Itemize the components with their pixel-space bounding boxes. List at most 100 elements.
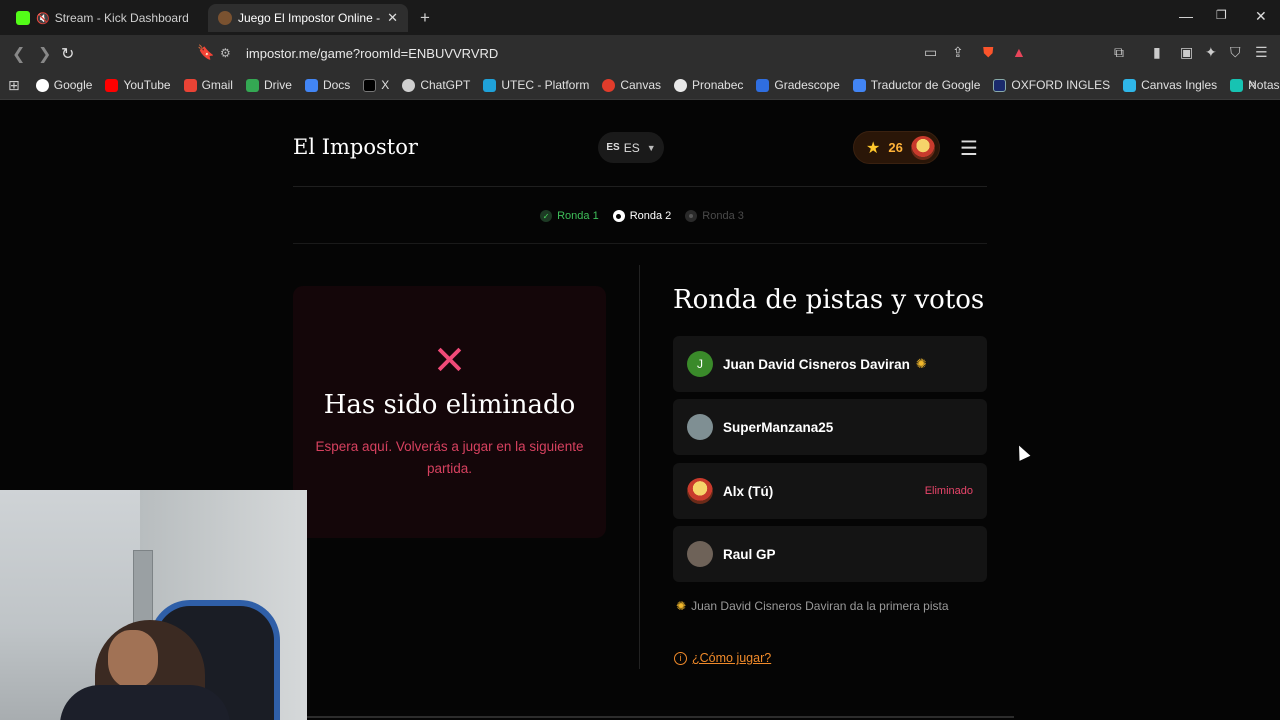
player-name: Juan David Cisneros Daviran bbox=[723, 356, 910, 372]
first-clue-hint: ✺ Juan David Cisneros Daviran da la prim… bbox=[676, 599, 949, 613]
player-name: Alx (Tú) bbox=[723, 483, 774, 499]
address-bar[interactable]: ⚙ impostor.me/game?roomId=ENBUVVRVRD bbox=[220, 40, 1040, 66]
menu-icon[interactable]: ☰ bbox=[1255, 44, 1268, 61]
score-value: 26 bbox=[888, 140, 903, 155]
wallet-icon[interactable]: ▣ bbox=[1180, 44, 1193, 61]
bookmark-pronabec[interactable]: Pronabec bbox=[674, 78, 743, 92]
bookmark-chatgpt[interactable]: ChatGPT bbox=[402, 78, 470, 92]
apps-grid-icon[interactable]: ⊞ bbox=[8, 77, 20, 94]
leo-ai-icon[interactable]: ✦ bbox=[1205, 44, 1217, 61]
first-clue-sun-icon: ✺ bbox=[915, 356, 927, 371]
gmail-icon bbox=[183, 78, 197, 92]
eliminated-panel: ✕ Has sido eliminado Espera aquí. Volver… bbox=[293, 286, 606, 538]
notas-icon bbox=[1230, 78, 1244, 92]
cast-icon[interactable]: ▭ bbox=[924, 44, 937, 61]
new-tab-button[interactable]: + bbox=[420, 8, 430, 28]
utec-icon bbox=[483, 78, 497, 92]
gradescope-icon bbox=[756, 78, 770, 92]
divider bbox=[293, 186, 987, 187]
muted-icon[interactable]: 🔇 bbox=[36, 12, 50, 25]
round-label: Ronda 3 bbox=[702, 210, 744, 222]
impostor-favicon-icon bbox=[218, 11, 232, 25]
restore-icon[interactable]: ❐ bbox=[1216, 8, 1227, 22]
screenshot-icon[interactable]: ⧉ bbox=[1114, 44, 1124, 61]
forward-icon[interactable]: ❯ bbox=[38, 44, 51, 64]
youtube-icon bbox=[105, 78, 119, 92]
vpn-icon[interactable]: ⛉ bbox=[1230, 44, 1241, 61]
bookmark-icon[interactable]: 🔖 bbox=[197, 44, 214, 61]
eliminated-status: Eliminado bbox=[924, 485, 973, 497]
reload-icon[interactable]: ↻ bbox=[61, 44, 74, 64]
bookmark-canvas[interactable]: Canvas bbox=[602, 78, 661, 92]
avatar bbox=[910, 135, 935, 160]
google-icon bbox=[35, 78, 49, 92]
hint-text: Juan David Cisneros Daviran da la primer… bbox=[691, 599, 949, 613]
score-badge[interactable]: ★ 26 bbox=[853, 131, 940, 164]
brand-logo[interactable]: El Impostor bbox=[293, 135, 418, 159]
bookmark-gmail[interactable]: Gmail bbox=[183, 78, 233, 92]
check-icon: ✓ bbox=[540, 210, 553, 222]
player-row: J Juan David Cisneros Daviran ✺ bbox=[673, 336, 987, 392]
bookmark-google[interactable]: Google bbox=[35, 78, 92, 92]
canvas-icon bbox=[602, 78, 616, 92]
player-row: SuperManzana25 bbox=[673, 399, 987, 455]
player-row: Alx (Tú) Eliminado bbox=[673, 463, 987, 519]
tab-title: Stream - Kick Dashboard bbox=[54, 11, 189, 25]
close-tab-icon[interactable]: ✕ bbox=[387, 10, 398, 26]
player-avatar bbox=[687, 414, 713, 440]
docs-icon bbox=[304, 78, 318, 92]
player-name: Raul GP bbox=[723, 546, 776, 562]
current-round-icon bbox=[612, 210, 625, 222]
tab-strip: 🔇 Stream - Kick Dashboard Juego El Impos… bbox=[0, 0, 1280, 35]
canvas-ingles-icon bbox=[1123, 78, 1137, 92]
webcam-person-face bbox=[108, 630, 158, 688]
divider bbox=[306, 716, 1014, 718]
kick-icon bbox=[16, 11, 30, 25]
upcoming-round-icon bbox=[685, 210, 698, 222]
back-icon[interactable]: ❮ bbox=[12, 44, 25, 64]
bookmark-utec[interactable]: UTEC - Platform bbox=[483, 78, 589, 92]
oxford-icon bbox=[993, 78, 1007, 92]
minimize-icon[interactable]: — bbox=[1179, 8, 1193, 24]
player-row: Raul GP bbox=[673, 526, 987, 582]
more-bookmarks-icon[interactable]: » bbox=[1249, 76, 1256, 91]
tab-impostor-game[interactable]: Juego El Impostor Online - Jugar ✕ bbox=[208, 4, 408, 32]
brave-shield-icon[interactable]: ⛊ bbox=[983, 44, 994, 61]
bookmarks-bar: ⊞ Google YouTube Gmail Drive Docs X Chat… bbox=[0, 71, 1280, 100]
tab-title: Juego El Impostor Online - Jugar bbox=[238, 11, 381, 25]
how-to-play-label: ¿Cómo jugar? bbox=[692, 651, 772, 665]
eliminated-x-icon: ✕ bbox=[432, 339, 467, 383]
bookmark-docs[interactable]: Docs bbox=[304, 78, 350, 92]
rewards-icon[interactable]: ▲ bbox=[1012, 44, 1026, 60]
how-to-play-link[interactable]: i ¿Cómo jugar? bbox=[674, 651, 771, 665]
pronabec-icon bbox=[674, 78, 688, 92]
bookmark-youtube[interactable]: YouTube bbox=[105, 78, 171, 92]
bookmark-drive[interactable]: Drive bbox=[245, 78, 292, 92]
language-code: ES bbox=[623, 140, 640, 155]
chevron-down-icon: ▼ bbox=[646, 142, 656, 153]
chatgpt-icon bbox=[402, 78, 416, 92]
round-label: Ronda 1 bbox=[557, 210, 599, 222]
divider bbox=[293, 243, 987, 244]
round-3: Ronda 3 bbox=[685, 208, 744, 224]
bookmark-gradescope[interactable]: Gradescope bbox=[756, 78, 840, 92]
bookmark-x[interactable]: X bbox=[363, 78, 389, 92]
column-divider bbox=[639, 265, 640, 669]
bookmark-translate[interactable]: Traductor de Google bbox=[852, 78, 980, 92]
sidebar-icon[interactable]: ▮ bbox=[1153, 44, 1161, 61]
webcam-person-body bbox=[60, 685, 230, 720]
hamburger-menu-icon[interactable]: ☰ bbox=[960, 136, 978, 161]
info-icon: i bbox=[674, 651, 687, 665]
language-selector[interactable]: ES ES ▼ bbox=[598, 132, 664, 163]
x-icon bbox=[363, 78, 377, 92]
bookmark-oxford[interactable]: OXFORD INGLES bbox=[993, 78, 1110, 92]
round-progress: ✓ Ronda 1 Ronda 2 Ronda 3 bbox=[0, 208, 1280, 224]
eliminated-message: Espera aquí. Volverás a jugar en la sigu… bbox=[315, 439, 584, 476]
close-window-icon[interactable]: ✕ bbox=[1255, 8, 1267, 25]
site-settings-icon[interactable]: ⚙ bbox=[220, 46, 246, 60]
bookmark-canvas-ingles[interactable]: Canvas Ingles bbox=[1123, 78, 1217, 92]
share-icon[interactable]: ⇪ bbox=[952, 44, 964, 61]
player-avatar: J bbox=[687, 351, 713, 377]
clues-title: Ronda de pistas y votos bbox=[673, 285, 985, 315]
tab-kick-dashboard[interactable]: 🔇 Stream - Kick Dashboard bbox=[6, 4, 206, 32]
